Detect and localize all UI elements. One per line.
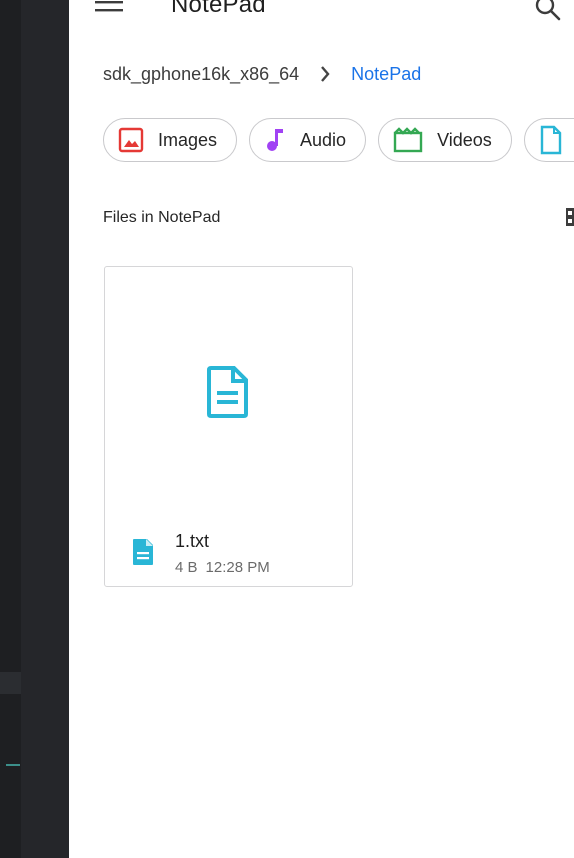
- file-size: 4 B: [175, 559, 198, 576]
- document-icon: [540, 125, 561, 155]
- category-chips: Images Audio Videos: [103, 118, 574, 164]
- drawer-scrim[interactable]: [0, 0, 69, 858]
- app-title: NotePad: [171, 0, 266, 18]
- chip-label: Audio: [300, 129, 347, 150]
- chip-label: Videos: [437, 129, 492, 150]
- section-title: Files in NotePad: [103, 209, 221, 226]
- breadcrumb-current[interactable]: NotePad: [351, 64, 421, 85]
- breadcrumb-root[interactable]: sdk_gphone16k_x86_64: [103, 64, 299, 85]
- movie-icon: [393, 127, 423, 153]
- chip-videos[interactable]: Videos: [378, 118, 512, 162]
- file-time: 12:28 PM: [205, 559, 270, 576]
- menu-icon[interactable]: [95, 0, 123, 20]
- breadcrumb: sdk_gphone16k_x86_64 NotePad: [103, 62, 421, 86]
- files-panel: NotePad sdk_gphone16k_x86_64 NotePad Ima…: [69, 0, 574, 858]
- scrim-accent-line: [6, 764, 20, 766]
- screen: NotePad sdk_gphone16k_x86_64 NotePad Ima…: [0, 0, 574, 858]
- text-file-icon: [207, 366, 248, 418]
- chip-images[interactable]: Images: [103, 118, 238, 162]
- file-name: 1.txt: [175, 531, 210, 551]
- chevron-right-icon: [321, 66, 330, 82]
- grid-view-icon[interactable]: [566, 206, 574, 228]
- chip-documents[interactable]: [523, 118, 574, 162]
- search-icon[interactable]: [534, 0, 562, 22]
- image-icon: [118, 127, 144, 153]
- chip-label: Images: [158, 129, 218, 150]
- chip-audio[interactable]: Audio: [249, 118, 367, 162]
- file-card[interactable]: 1.txt 4 B 12:28 PM: [104, 266, 353, 587]
- text-file-icon: [133, 539, 153, 565]
- scrim-edge: [0, 0, 21, 858]
- scrim-highlight: [0, 672, 21, 694]
- music-note-icon: [267, 129, 284, 151]
- file-meta: 4 B 12:28 PM: [175, 559, 270, 576]
